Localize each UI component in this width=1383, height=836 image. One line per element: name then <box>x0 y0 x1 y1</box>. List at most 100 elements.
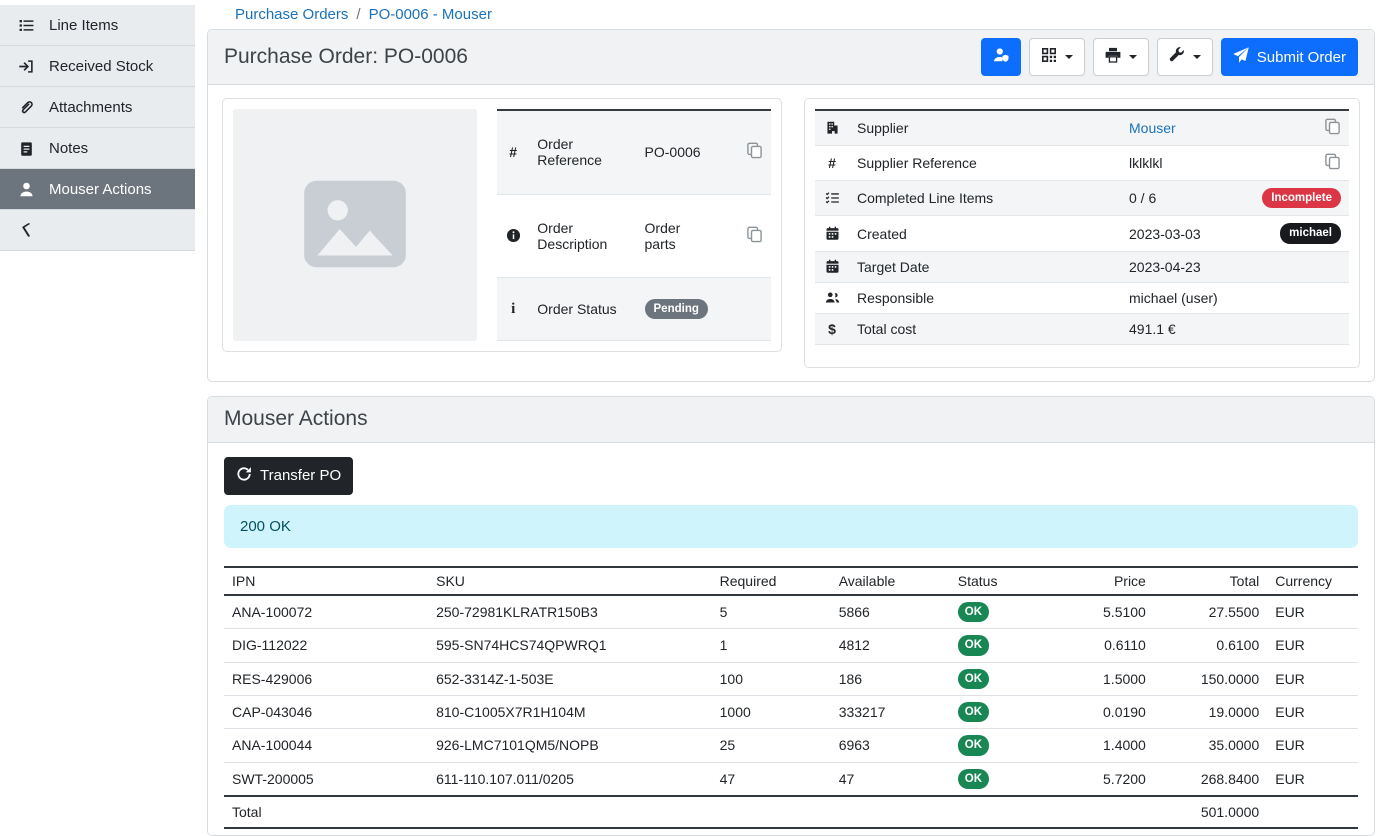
column-header-price: Price <box>1046 567 1154 595</box>
sidebar-item-notes[interactable]: Notes <box>0 128 195 169</box>
detail-row-order-description: Order Description Order parts <box>497 194 771 277</box>
table-header-row: IPN SKU Required Available Status Price … <box>224 567 1358 595</box>
cell-sku: 611-110.107.011/0205 <box>428 762 712 796</box>
footer-total-label: Total <box>224 796 428 828</box>
transfer-po-button[interactable]: Transfer PO <box>224 457 353 495</box>
cell-required: 1000 <box>712 695 831 728</box>
order-toolbar: Submit Order <box>981 38 1358 76</box>
purchase-order-panel-header: Purchase Order: PO-0006 <box>208 30 1374 85</box>
sidebar-item-mouser-actions[interactable]: Mouser Actions <box>0 169 195 210</box>
table-row: ANA-100044 926-LMC7101QM5/NOPB 25 6963 O… <box>224 729 1358 762</box>
cell-price: 1.5000 <box>1046 662 1154 695</box>
cell-price: 0.6110 <box>1046 629 1154 662</box>
cell-ipn: RES-429006 <box>224 662 428 695</box>
detail-row-order-reference: # Order Reference PO-0006 <box>497 110 771 194</box>
purchase-order-panel: Purchase Order: PO-0006 <box>207 29 1375 382</box>
incomplete-badge: Incomplete <box>1262 188 1341 208</box>
status-alert: 200 OK <box>224 505 1358 548</box>
order-image-placeholder[interactable] <box>233 109 477 341</box>
detail-value: 2023-04-23 <box>1121 251 1254 282</box>
mouser-actions-body: Transfer PO 200 OK IPN SKU Required Avai… <box>208 443 1374 835</box>
refresh-icon <box>236 466 252 486</box>
table-row: SWT-200005 611-110.107.011/0205 47 47 OK… <box>224 762 1358 796</box>
detail-row-total-cost: $ Total cost 491.1 € <box>815 313 1349 344</box>
detail-row-completed-line-items: Completed Line Items 0 / 6 Incomplete <box>815 181 1349 216</box>
submit-order-button[interactable]: Submit Order <box>1221 38 1358 76</box>
hash-icon: # <box>828 155 836 171</box>
breadcrumb-link-current-order[interactable]: PO-0006 - Mouser <box>369 6 492 23</box>
cell-total: 150.0000 <box>1154 662 1267 695</box>
cell-required: 25 <box>712 729 831 762</box>
detail-value: Order parts <box>637 194 716 277</box>
user-badge: michael <box>1280 223 1341 243</box>
cell-sku: 810-C1005X7R1H104M <box>428 695 712 728</box>
cell-ipn: ANA-100044 <box>224 729 428 762</box>
mouser-actions-panel-header: Mouser Actions <box>208 397 1374 443</box>
cell-required: 5 <box>712 595 831 629</box>
status-badge: OK <box>958 735 989 755</box>
breadcrumb-link-purchase-orders[interactable]: Purchase Orders <box>235 6 348 23</box>
cell-available: 47 <box>831 762 950 796</box>
cell-available: 4812 <box>831 629 950 662</box>
qrcode-icon <box>1041 47 1057 67</box>
sidebar-item-received-stock[interactable]: Received Stock <box>0 46 195 87</box>
cell-available: 186 <box>831 662 950 695</box>
printer-icon <box>1105 47 1121 67</box>
cell-price: 5.5100 <box>1046 595 1154 629</box>
supplier-link[interactable]: Mouser <box>1129 120 1176 136</box>
detail-row-supplier: Supplier Mouser <box>815 110 1349 146</box>
detail-row-target-date: Target Date 2023-04-23 <box>815 251 1349 282</box>
table-row: ANA-100072 250-72981KLRATR150B3 5 5866 O… <box>224 595 1358 629</box>
order-summary-card: # Order Reference PO-0006 Order Descript… <box>222 98 782 352</box>
cell-price: 1.4000 <box>1046 729 1154 762</box>
mouser-actions-title: Mouser Actions <box>224 407 368 431</box>
sign-in-icon <box>18 58 35 75</box>
sidebar-item-attachments[interactable]: Attachments <box>0 87 195 128</box>
detail-label: Supplier <box>849 110 1121 146</box>
detail-label: Responsible <box>849 282 1121 313</box>
paperclip-icon <box>18 99 35 116</box>
paper-plane-icon <box>1233 47 1249 67</box>
chevron-left-icon <box>18 222 35 239</box>
admin-button[interactable] <box>981 38 1021 76</box>
detail-label: Total cost <box>849 313 1121 344</box>
detail-value: lklklkl <box>1121 146 1254 181</box>
sidebar-collapse-button[interactable] <box>0 210 195 251</box>
user-shield-icon <box>993 47 1009 67</box>
sidebar-item-label: Received Stock <box>49 58 153 75</box>
submit-order-label: Submit Order <box>1257 49 1346 66</box>
cell-currency: EUR <box>1267 729 1358 762</box>
order-info-table: Supplier Mouser # Supplier Reference lkl… <box>815 109 1349 345</box>
cell-currency: EUR <box>1267 695 1358 728</box>
table-row: CAP-043046 810-C1005X7R1H104M 1000 33321… <box>224 695 1358 728</box>
detail-row-responsible: Responsible michael (user) <box>815 282 1349 313</box>
detail-label: Completed Line Items <box>849 181 1121 216</box>
transfer-po-label: Transfer PO <box>260 467 341 484</box>
caret-down-icon <box>1129 55 1137 59</box>
sidebar-item-line-items[interactable]: Line Items <box>0 5 195 46</box>
cell-total: 27.5500 <box>1154 595 1267 629</box>
wrench-icon <box>1169 47 1185 67</box>
detail-label: Created <box>849 216 1121 251</box>
column-header-ipn: IPN <box>224 567 428 595</box>
barcode-actions-button[interactable] <box>1029 38 1085 76</box>
cell-currency: EUR <box>1267 762 1358 796</box>
copy-button[interactable] <box>746 146 763 162</box>
hash-icon: # <box>509 144 517 160</box>
user-icon <box>18 181 35 198</box>
info-circle-icon <box>506 228 521 244</box>
print-actions-button[interactable] <box>1093 38 1149 76</box>
order-actions-button[interactable] <box>1157 38 1213 76</box>
cell-currency: EUR <box>1267 662 1358 695</box>
cell-ipn: ANA-100072 <box>224 595 428 629</box>
list-icon <box>18 17 35 34</box>
copy-button[interactable] <box>1324 157 1341 173</box>
cell-total: 0.6100 <box>1154 629 1267 662</box>
cell-required: 100 <box>712 662 831 695</box>
app: Line Items Received Stock Attachments No… <box>0 0 1383 794</box>
detail-row-order-status: i Order Status Pending <box>497 278 771 341</box>
copy-button[interactable] <box>746 230 763 246</box>
copy-button[interactable] <box>1324 122 1341 138</box>
cell-total: 19.0000 <box>1154 695 1267 728</box>
mouser-line-items-table: IPN SKU Required Available Status Price … <box>224 566 1358 829</box>
